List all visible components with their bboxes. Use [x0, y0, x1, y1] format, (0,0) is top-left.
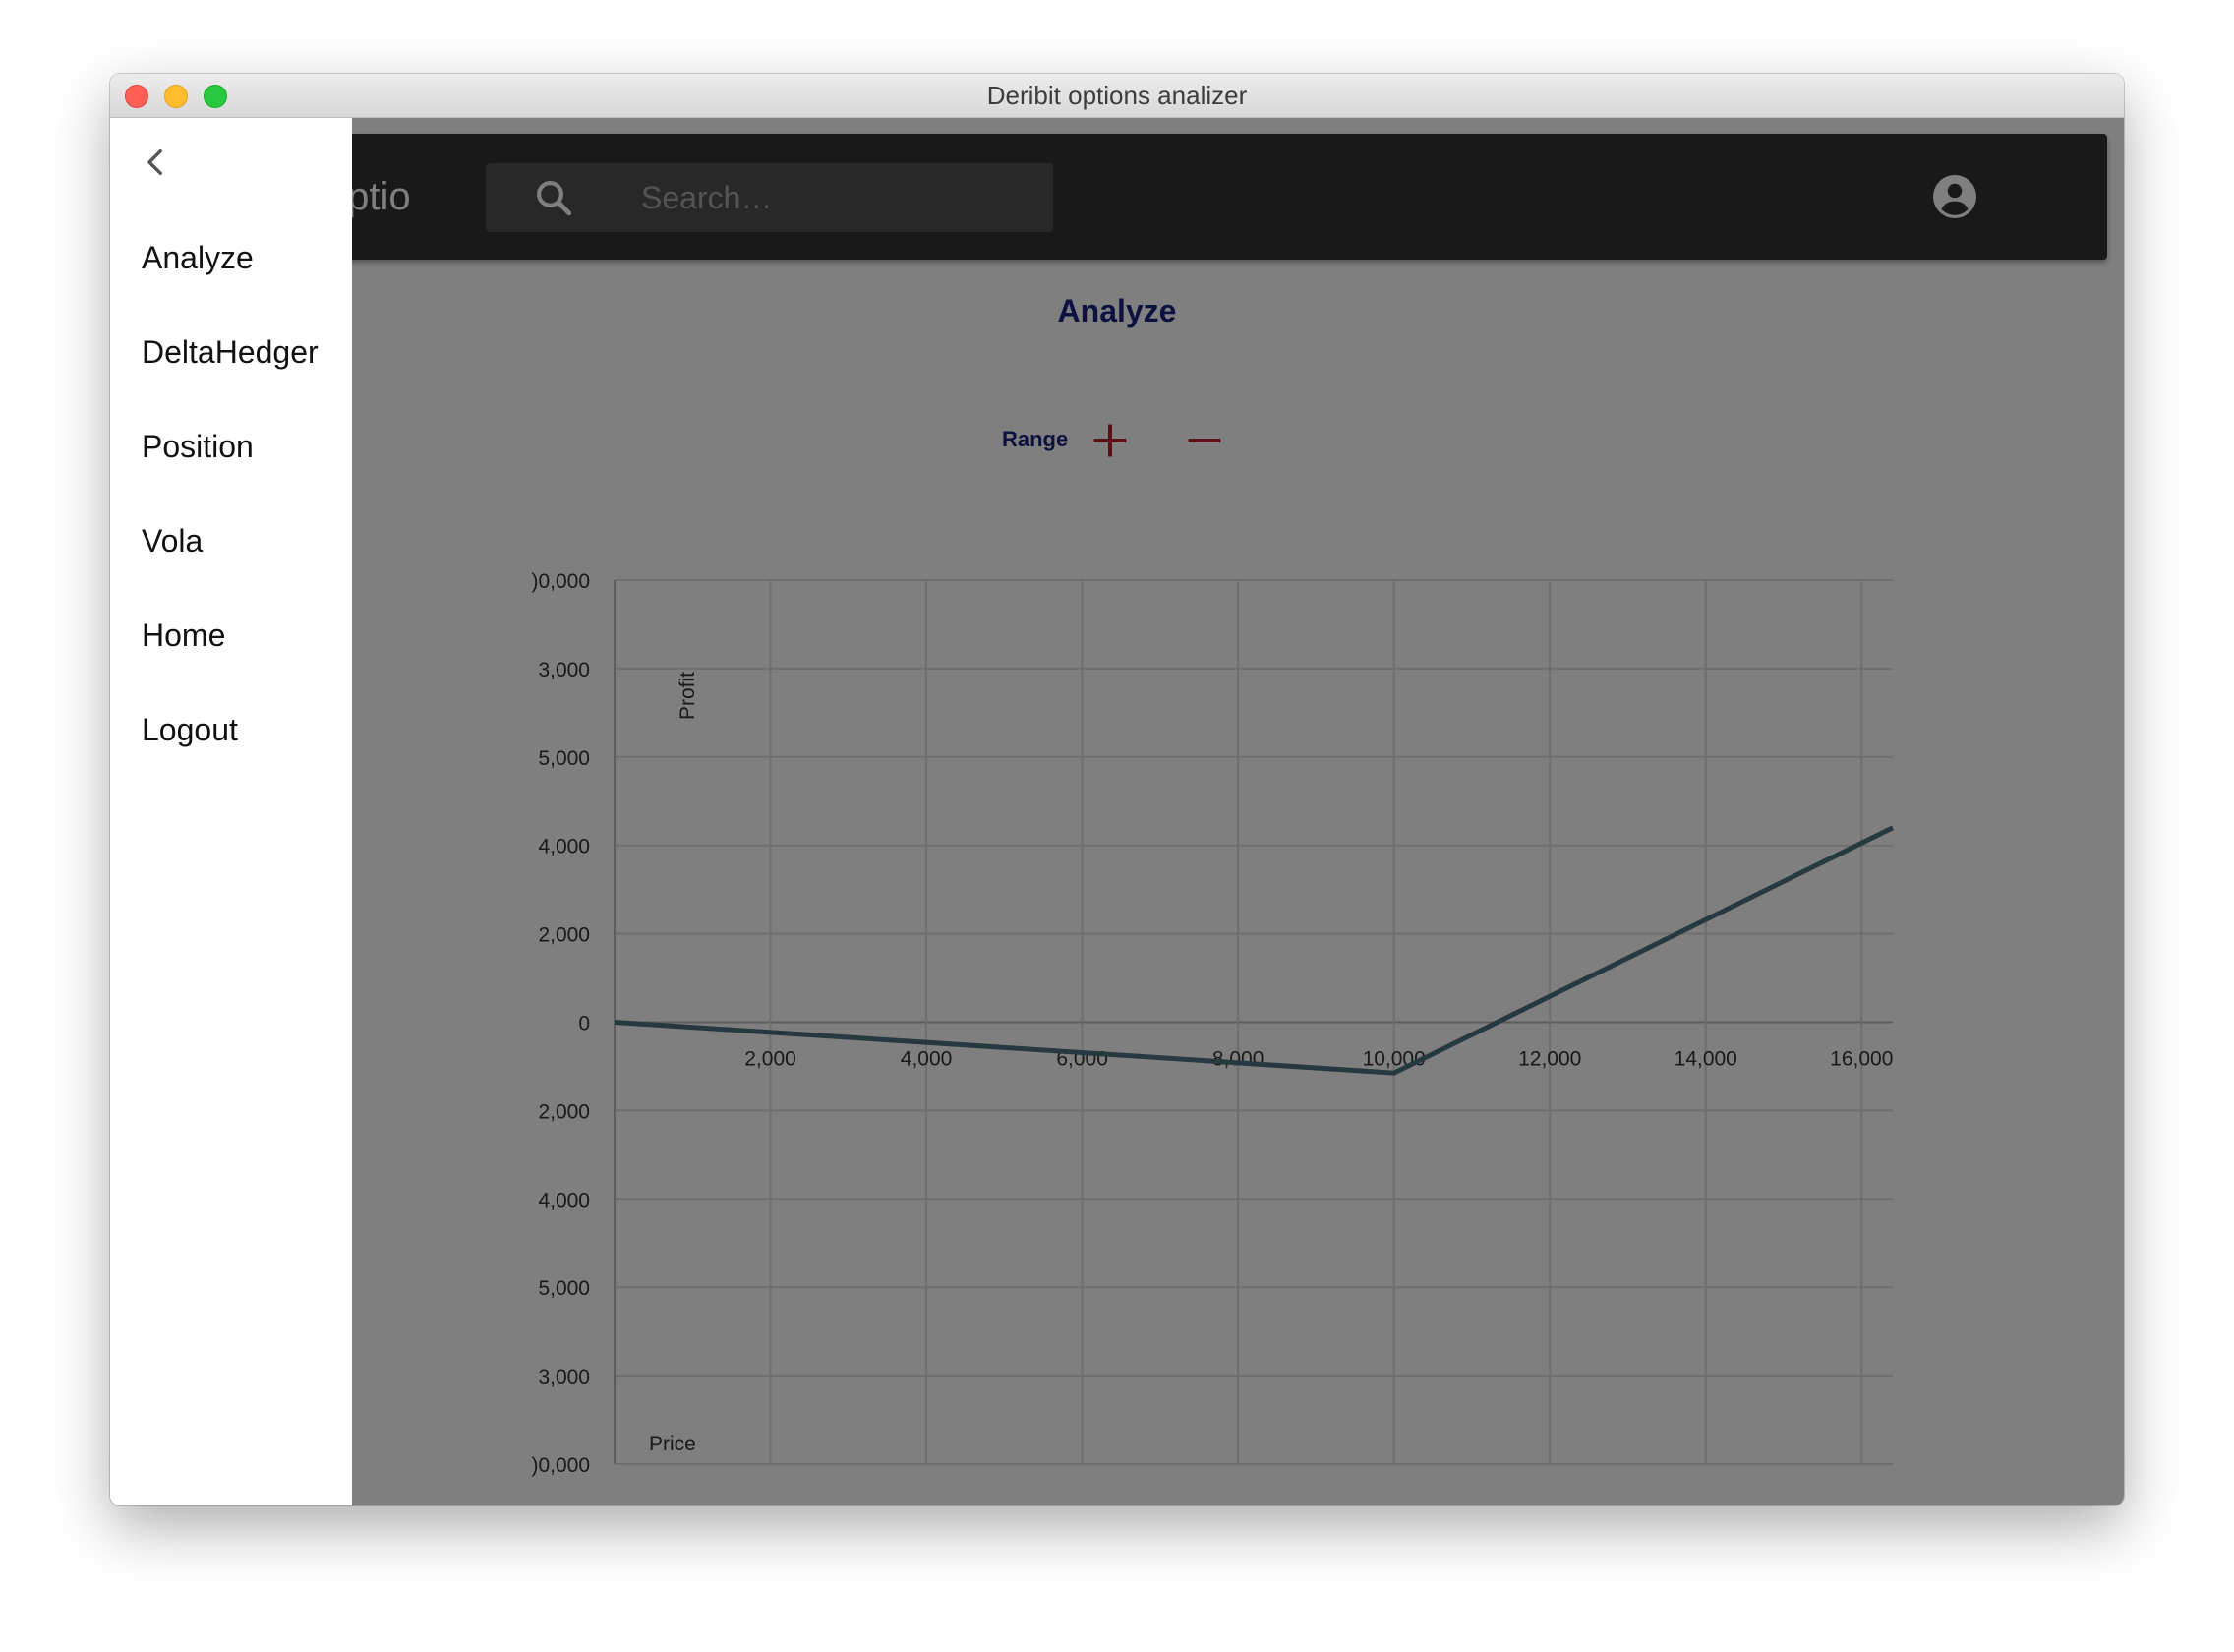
drawer-item-analyze[interactable]: Analyze	[142, 240, 254, 276]
nav-drawer: Analyze DeltaHedger Position Vola Home L…	[110, 118, 352, 1505]
drawer-item-deltahedger[interactable]: DeltaHedger	[142, 334, 319, 371]
drawer-backdrop[interactable]	[110, 118, 2124, 1505]
app-content: Optio Analyze Range	[110, 118, 2124, 1505]
drawer-item-position[interactable]: Position	[142, 429, 254, 465]
window-title: Deribit options analizer	[986, 81, 1248, 110]
drawer-item-logout[interactable]: Logout	[142, 712, 238, 748]
app-window: Deribit options analizer Optio Analyze R…	[110, 74, 2124, 1505]
chevron-left-icon[interactable]	[140, 146, 173, 179]
drawer-item-home[interactable]: Home	[142, 618, 225, 654]
drawer-item-vola[interactable]: Vola	[142, 523, 203, 560]
window-titlebar[interactable]: Deribit options analizer	[110, 74, 2124, 118]
